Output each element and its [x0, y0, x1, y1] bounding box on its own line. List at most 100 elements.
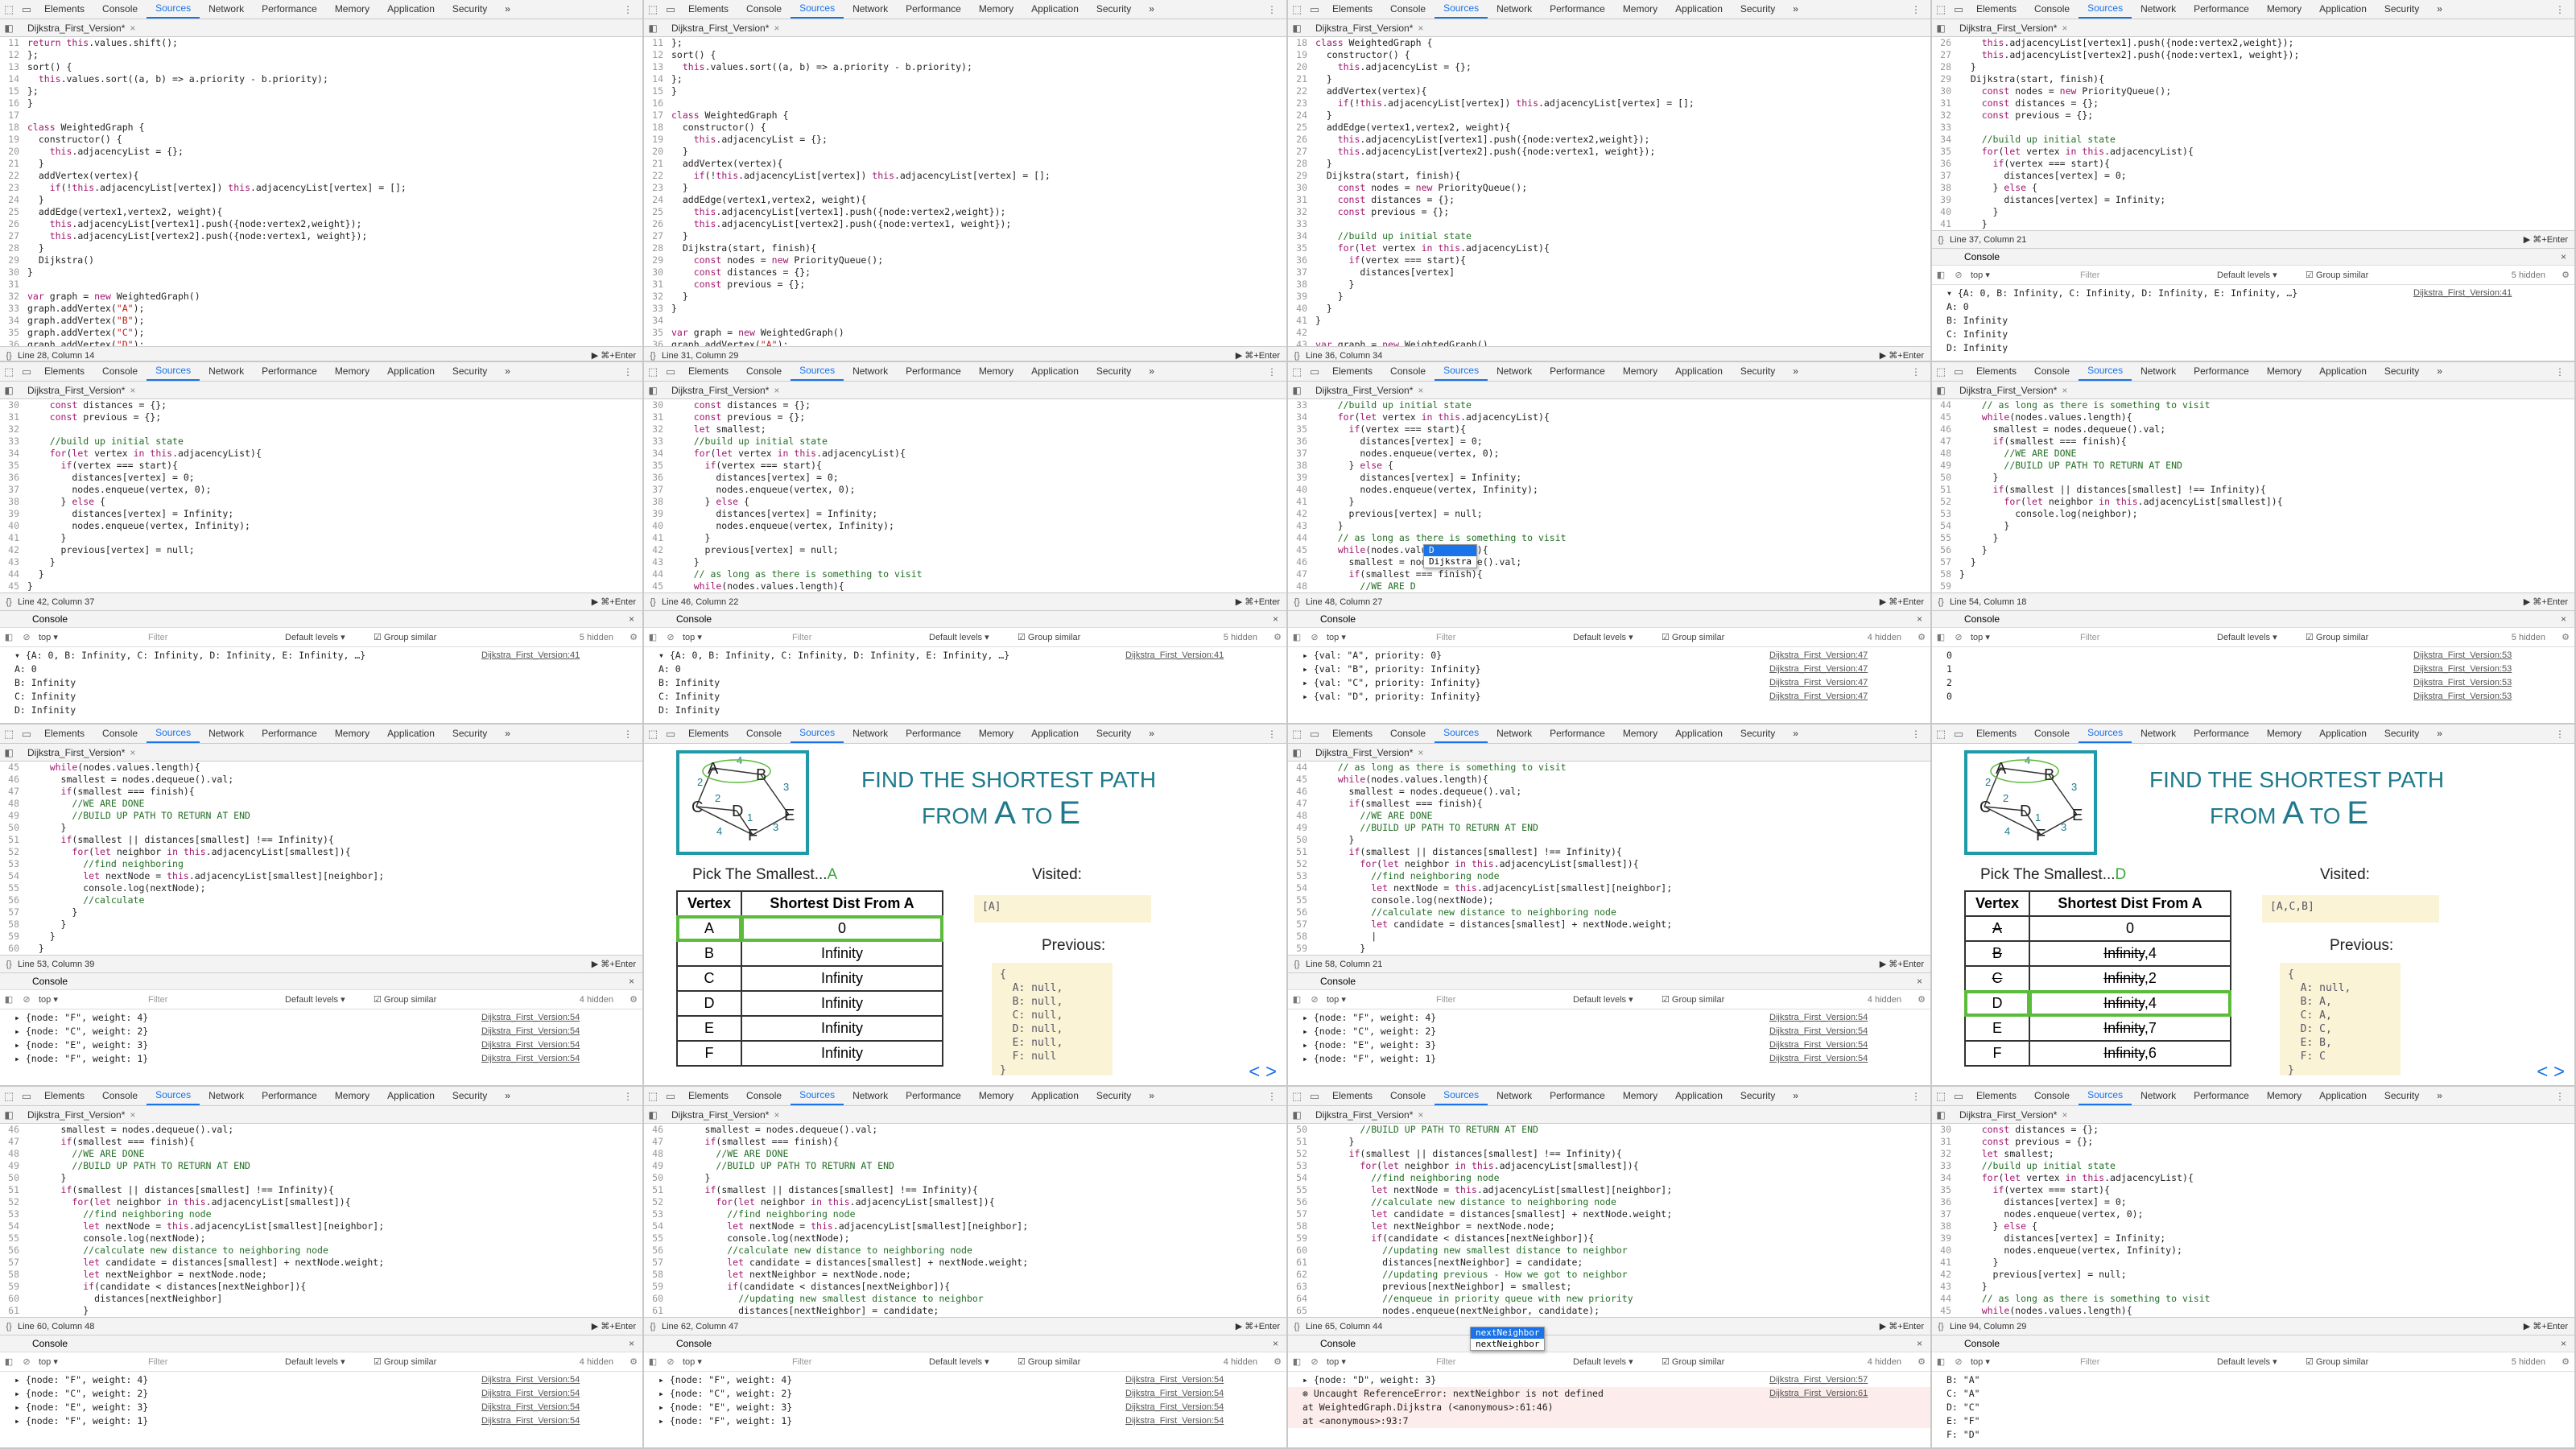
console-source-link[interactable] — [1125, 676, 1286, 690]
tab-memory[interactable]: Memory — [1614, 1087, 1666, 1105]
levels-select[interactable]: Default levels ▾ — [285, 1356, 374, 1367]
console-source-link[interactable]: Dijkstra_First_Version:54 — [481, 1373, 642, 1387]
clear-console-icon[interactable]: ⊘ — [18, 632, 35, 642]
tab-network[interactable]: Network — [844, 724, 897, 743]
console-source-link[interactable]: Dijkstra_First_Version:54 — [1125, 1387, 1286, 1401]
console-source-link[interactable] — [2413, 1401, 2574, 1414]
file-tab[interactable]: Dijkstra_First_Version* — [27, 747, 125, 758]
levels-select[interactable]: Default levels ▾ — [1573, 1356, 1662, 1367]
console-message[interactable]: ▸ {node: "E", weight: 3} Dijkstra_First_V… — [0, 1401, 642, 1414]
run-snippet-button[interactable]: ▶ ⌘+Enter — [1236, 350, 1286, 361]
sidebar-toggle-icon[interactable]: ◧ — [1288, 1356, 1306, 1367]
group-similar-checkbox[interactable]: ☑ Group similar — [1662, 1356, 1766, 1367]
tab-application[interactable]: Application — [378, 724, 444, 743]
context-select[interactable]: top ▾ — [1323, 1356, 1436, 1367]
tab-elements[interactable]: Elements — [35, 362, 93, 381]
menu-icon[interactable]: ⋮ — [623, 1091, 642, 1102]
sidebar-toggle-icon[interactable]: ◧ — [1288, 994, 1306, 1005]
tab-performance[interactable]: Performance — [2185, 1087, 2258, 1105]
console-source-link[interactable]: Dijkstra_First_Version:47 — [1769, 676, 1930, 690]
console-source-link[interactable]: Dijkstra_First_Version:54 — [481, 1052, 642, 1066]
tab-performance[interactable]: Performance — [897, 1087, 970, 1105]
levels-select[interactable]: Default levels ▾ — [2217, 1356, 2306, 1367]
more-tabs-icon[interactable]: » — [1140, 1087, 1163, 1105]
console-settings-icon[interactable]: ⚙ — [1269, 632, 1286, 642]
navigator-toggle-icon[interactable]: ◧ — [0, 385, 18, 396]
console-source-link[interactable]: Dijkstra_First_Version:54 — [1125, 1401, 1286, 1414]
device-toggle-icon[interactable]: ▭ — [18, 1090, 35, 1103]
tab-memory[interactable]: Memory — [326, 362, 378, 381]
device-toggle-icon[interactable]: ▭ — [1950, 1090, 1967, 1103]
menu-icon[interactable]: ⋮ — [1267, 729, 1286, 740]
group-similar-checkbox[interactable]: ☑ Group similar — [1018, 1356, 1122, 1367]
code-editor[interactable]: 46 smallest = nodes.dequeue().val; 47 if(… — [644, 1124, 1286, 1317]
tab-security[interactable]: Security — [1088, 724, 1140, 743]
menu-icon[interactable]: ⋮ — [623, 366, 642, 378]
console-message[interactable]: ▸ {node: "F", weight: 1} Dijkstra_First_V… — [644, 1414, 1286, 1428]
tab-security[interactable]: Security — [1088, 0, 1140, 19]
tab-network[interactable]: Network — [1488, 0, 1541, 19]
group-similar-checkbox[interactable]: ☑ Group similar — [374, 1356, 478, 1367]
clear-console-icon[interactable]: ⊘ — [662, 1356, 679, 1367]
tab-elements[interactable]: Elements — [679, 362, 737, 381]
more-tabs-icon[interactable]: » — [1784, 1087, 1807, 1105]
run-snippet-button[interactable]: ▶ ⌘+Enter — [1880, 350, 1930, 361]
inspect-icon[interactable]: ⬚ — [644, 728, 662, 741]
tab-security[interactable]: Security — [2376, 1087, 2428, 1105]
run-snippet-button[interactable]: ▶ ⌘+Enter — [1236, 597, 1286, 607]
inspect-icon[interactable]: ⬚ — [1932, 3, 1950, 16]
tab-network[interactable]: Network — [2132, 362, 2185, 381]
console-message[interactable]: ▸ {node: "E", weight: 3} Dijkstra_First_V… — [1288, 1038, 1930, 1052]
levels-select[interactable]: Default levels ▾ — [285, 632, 374, 642]
slide-nav-buttons[interactable]: < > — [2537, 1061, 2565, 1084]
navigator-toggle-icon[interactable]: ◧ — [1932, 1109, 1950, 1121]
tab-sources[interactable]: Sources — [2079, 362, 2132, 381]
console-source-link[interactable] — [1125, 663, 1286, 676]
navigator-toggle-icon[interactable]: ◧ — [1288, 385, 1306, 396]
console-message[interactable]: A: 0 — [1932, 300, 2574, 314]
console-source-link[interactable]: Dijkstra_First_Version:47 — [1769, 663, 1930, 676]
slide-nav-buttons[interactable]: < > — [1249, 1061, 1277, 1084]
tab-application[interactable]: Application — [1022, 362, 1088, 381]
console-source-link[interactable] — [2413, 314, 2574, 328]
tab-memory[interactable]: Memory — [2258, 0, 2310, 19]
tab-network[interactable]: Network — [2132, 724, 2185, 743]
tab-security[interactable]: Security — [2376, 724, 2428, 743]
inspect-icon[interactable]: ⬚ — [1288, 3, 1306, 16]
code-editor[interactable]: 11 return this.values.shift(); 12}; 13 sort(… — [0, 37, 642, 346]
console-source-link[interactable] — [1769, 1414, 1930, 1428]
group-similar-checkbox[interactable]: ☑ Group similar — [374, 632, 478, 642]
run-snippet-button[interactable]: ▶ ⌘+Enter — [592, 959, 642, 969]
tab-security[interactable]: Security — [1732, 724, 1784, 743]
tab-console[interactable]: Console — [93, 1087, 147, 1105]
run-snippet-button[interactable]: ▶ ⌘+Enter — [2524, 234, 2574, 245]
navigator-toggle-icon[interactable]: ◧ — [1288, 747, 1306, 758]
sidebar-toggle-icon[interactable]: ◧ — [0, 994, 18, 1005]
tab-application[interactable]: Application — [1022, 724, 1088, 743]
device-toggle-icon[interactable]: ▭ — [1950, 728, 1967, 741]
navigator-toggle-icon[interactable]: ◧ — [0, 1109, 18, 1121]
console-message[interactable]: ▸ {node: "F", weight: 1} Dijkstra_First_V… — [0, 1052, 642, 1066]
menu-icon[interactable]: ⋮ — [2555, 1091, 2574, 1102]
close-icon[interactable]: × — [130, 1109, 135, 1121]
tab-sources[interactable]: Sources — [1435, 724, 1488, 743]
tab-security[interactable]: Security — [444, 0, 496, 19]
tab-application[interactable]: Application — [1022, 0, 1088, 19]
tab-security[interactable]: Security — [2376, 0, 2428, 19]
device-toggle-icon[interactable]: ▭ — [18, 728, 35, 741]
tab-console[interactable]: Console — [93, 724, 147, 743]
tab-application[interactable]: Application — [2310, 0, 2376, 19]
console-message[interactable]: ▾ {A: 0, B: Infinity, C: Infinity, D: In… — [0, 649, 642, 663]
menu-icon[interactable]: ⋮ — [623, 4, 642, 15]
tab-performance[interactable]: Performance — [2185, 0, 2258, 19]
console-message[interactable]: ▸ {node: "F", weight: 1} Dijkstra_First_V… — [1288, 1052, 1930, 1066]
tab-application[interactable]: Application — [2310, 1087, 2376, 1105]
tab-sources[interactable]: Sources — [791, 724, 844, 743]
tab-performance[interactable]: Performance — [253, 724, 326, 743]
sidebar-toggle-icon[interactable]: ◧ — [1932, 1356, 1950, 1367]
filter-input[interactable]: Filter — [2080, 633, 2217, 642]
console-source-link[interactable]: Dijkstra_First_Version:53 — [2413, 676, 2574, 690]
console-settings-icon[interactable]: ⚙ — [625, 632, 642, 642]
console-message[interactable]: at WeightedGraph.Dijkstra (<anonymous>:6… — [1288, 1401, 1930, 1414]
console-source-link[interactable] — [2413, 341, 2574, 355]
